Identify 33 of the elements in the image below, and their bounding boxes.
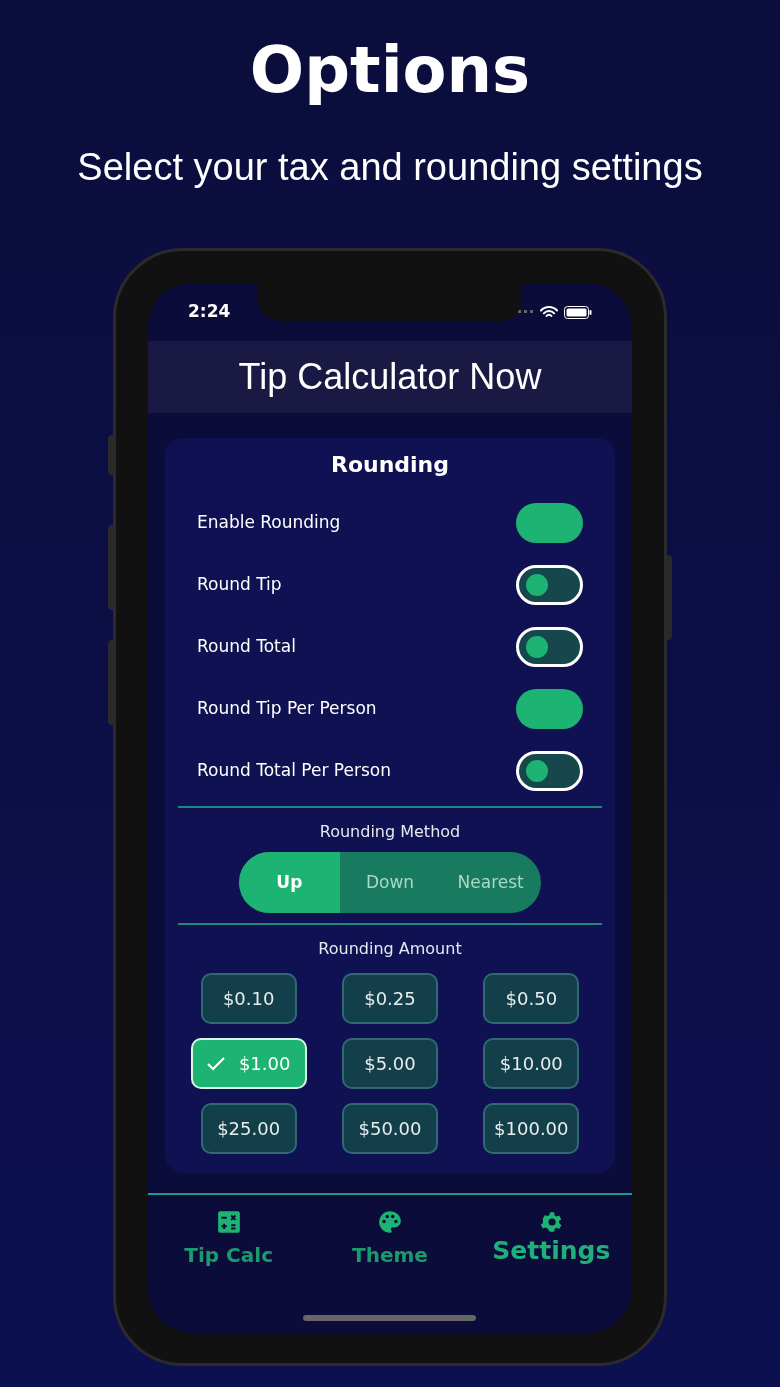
amount-button[interactable]: $25.00 xyxy=(200,1103,297,1154)
toggle-switch[interactable] xyxy=(516,689,583,729)
tab-button[interactable]: Theme xyxy=(309,1209,471,1269)
toggle-switch[interactable] xyxy=(516,565,583,605)
subtitle: Select your tax and rounding settings xyxy=(77,145,703,190)
battery-icon xyxy=(564,305,592,319)
toggle-switch[interactable] xyxy=(516,751,583,791)
card-title: Rounding xyxy=(329,451,451,476)
check-icon xyxy=(206,1056,225,1071)
tab-button[interactable]: Settings xyxy=(470,1209,632,1265)
amount-button[interactable]: $0.50 xyxy=(483,973,580,1024)
toggle-label: Round Total Per Person xyxy=(197,759,391,783)
amount-button[interactable]: $50.00 xyxy=(342,1103,438,1154)
headline: Options xyxy=(249,32,531,109)
toggle-label: Round Tip xyxy=(197,573,282,597)
section-label: Rounding Amount xyxy=(317,938,463,960)
toggle-label: Enable Rounding xyxy=(197,511,341,535)
toggle-label: Round Tip Per Person xyxy=(197,697,377,721)
section-label: Rounding Method xyxy=(318,821,462,843)
toggle-switch[interactable] xyxy=(516,627,583,667)
palette-icon xyxy=(377,1209,403,1235)
calculator-icon xyxy=(215,1209,242,1235)
wifi-icon xyxy=(540,305,558,319)
app-title: Tip Calculator Now xyxy=(238,355,542,399)
toggle-label: Round Total xyxy=(197,635,296,659)
tab-button[interactable]: Tip Calc xyxy=(148,1209,310,1269)
amount-button[interactable]: $100.00 xyxy=(483,1103,580,1154)
amount-button[interactable]: $0.25 xyxy=(342,973,438,1024)
amount-button[interactable]: $0.10 xyxy=(200,973,297,1024)
status-time: 2:24 xyxy=(188,300,231,324)
amount-button[interactable]: $5.00 xyxy=(342,1038,438,1089)
amount-button[interactable]: $10.00 xyxy=(483,1038,580,1089)
toggle-switch[interactable] xyxy=(516,503,583,543)
